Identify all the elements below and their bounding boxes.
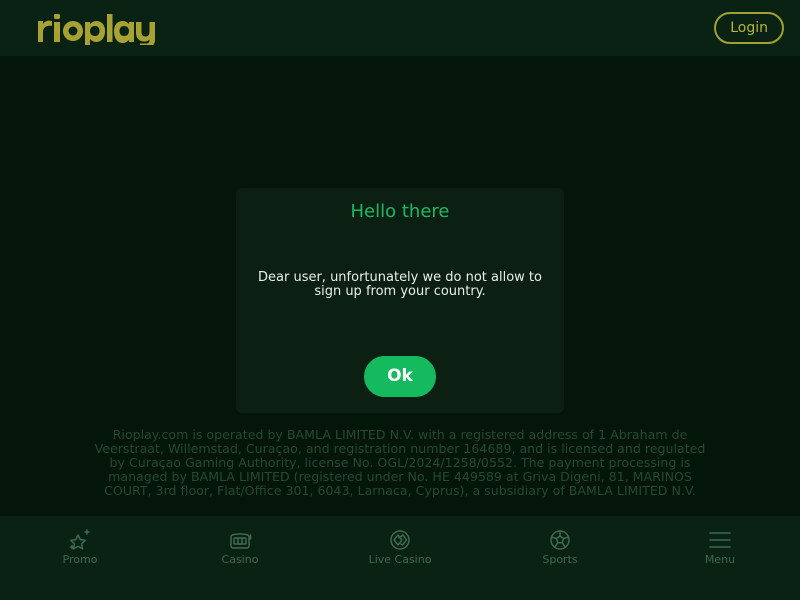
slot-machine-icon: [230, 533, 252, 549]
rioplay-logo[interactable]: [38, 11, 174, 45]
nav-label-casino: Casino: [221, 553, 259, 566]
nav-label-promo: Promo: [62, 553, 98, 566]
nav-label-sports: Sports: [542, 553, 578, 566]
cards-icon: [390, 530, 410, 550]
ok-button[interactable]: Ok: [364, 356, 436, 397]
legal-disclaimer: Rioplay.com is operated by BAMLA LIMITED…: [94, 427, 706, 498]
nav-item-menu[interactable]: Menu: [640, 516, 800, 600]
login-button[interactable]: Login: [714, 12, 784, 44]
page: Login Rioplay.com is operated by BAMLA L…: [0, 0, 800, 600]
nav-item-casino[interactable]: Casino: [160, 516, 320, 600]
hamburger-menu-icon: [709, 532, 731, 548]
nav-item-live-casino[interactable]: Live Casino: [320, 516, 480, 600]
star-sparkle-icon: [69, 529, 90, 550]
nav-item-sports[interactable]: Sports: [480, 516, 640, 600]
nav-label-live-casino: Live Casino: [368, 553, 432, 566]
top-header: Login: [0, 0, 800, 56]
dialog-title: Hello there: [350, 201, 450, 222]
soccer-ball-icon: [550, 530, 570, 550]
dialog-message: Dear user, unfortunately we do not allow…: [258, 270, 542, 299]
nav-label-menu: Menu: [704, 553, 736, 566]
nav-item-promo[interactable]: Promo: [0, 516, 160, 600]
bottom-navigation: Promo Casino Live Casino Sports Menu: [0, 516, 800, 600]
